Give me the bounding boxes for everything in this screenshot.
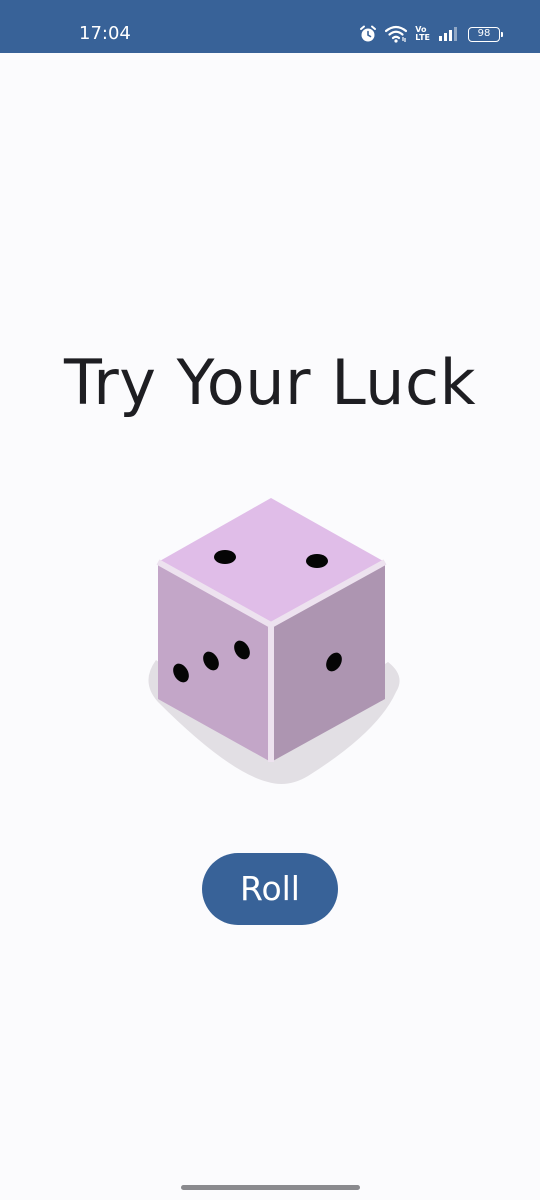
app-screen: 17:04 Vo LTE 98 Try Your Luck Roll <box>0 0 540 1200</box>
wifi-icon <box>385 25 408 43</box>
status-icons: Vo LTE 98 <box>359 22 503 46</box>
dice-image <box>148 498 400 784</box>
volte-icon: Vo LTE <box>415 26 430 42</box>
alarm-icon <box>359 25 377 43</box>
volte-bottom-label: LTE <box>415 33 430 42</box>
dice-pip <box>306 554 328 568</box>
home-indicator[interactable] <box>181 1185 360 1190</box>
status-time: 17:04 <box>79 23 131 44</box>
battery-level: 98 <box>477 28 491 39</box>
status-bar: 17:04 Vo LTE 98 <box>0 0 540 53</box>
signal-icon <box>438 26 460 42</box>
page-title: Try Your Luck <box>64 346 476 419</box>
dice-pip <box>214 550 236 564</box>
battery-icon: 98 <box>468 26 503 42</box>
roll-button[interactable]: Roll <box>202 853 338 925</box>
